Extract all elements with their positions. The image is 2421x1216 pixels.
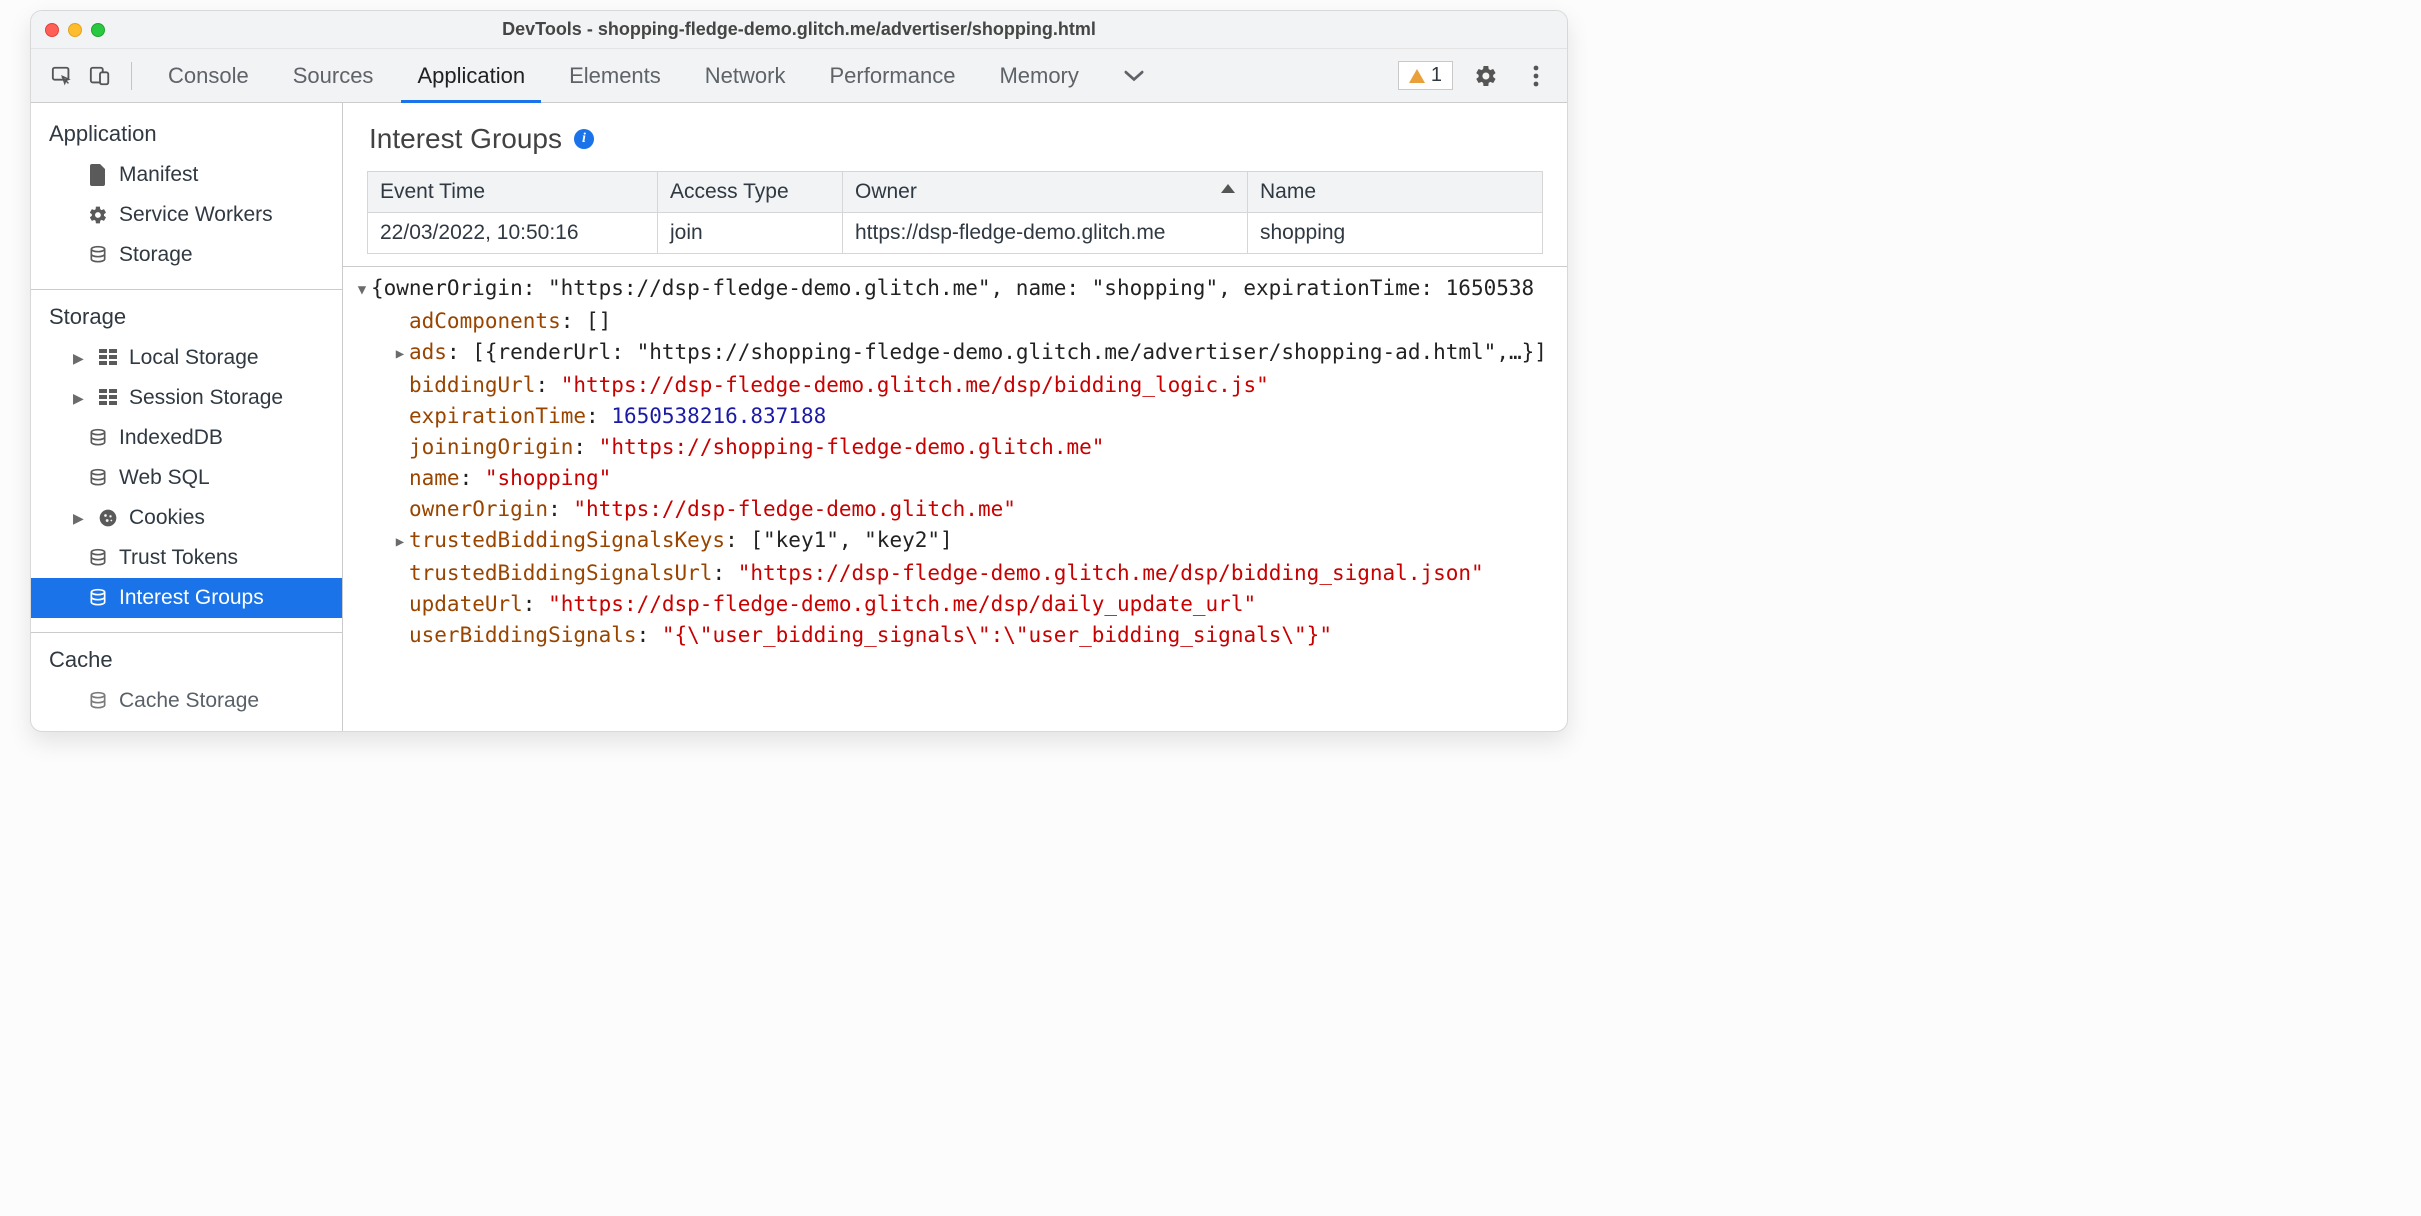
toolbar-separator xyxy=(131,62,132,90)
document-icon xyxy=(87,164,109,186)
zoom-window-button[interactable] xyxy=(91,23,105,37)
json-prop-updateUrl[interactable]: updateUrl: "https://dsp-fledge-demo.glit… xyxy=(343,589,1567,620)
section-title-cache: Cache xyxy=(31,643,342,681)
database-icon xyxy=(87,690,109,712)
devtools-window: DevTools - shopping-fledge-demo.glitch.m… xyxy=(30,10,1568,732)
warnings-count: 1 xyxy=(1431,64,1442,87)
sidebar-item-cache-storage[interactable]: Cache Storage xyxy=(31,681,342,721)
section-title-storage: Storage xyxy=(31,300,342,338)
cookie-icon xyxy=(97,507,119,529)
cell-event-time: 22/03/2022, 10:50:16 xyxy=(368,213,658,254)
th-owner[interactable]: Owner xyxy=(843,172,1248,213)
sidebar-item-label: Trust Tokens xyxy=(119,546,238,570)
collapse-arrow-icon[interactable]: ▼ xyxy=(353,275,371,306)
device-toggle-icon[interactable] xyxy=(83,59,117,93)
tabs-overflow-icon[interactable] xyxy=(1101,49,1167,102)
sidebar-item-trust-tokens[interactable]: Trust Tokens xyxy=(31,538,342,578)
table-row[interactable]: 22/03/2022, 10:50:16 join https://dsp-fl… xyxy=(368,213,1543,254)
minimize-window-button[interactable] xyxy=(68,23,82,37)
info-icon[interactable]: i xyxy=(574,129,594,149)
database-icon xyxy=(87,547,109,569)
cell-name: shopping xyxy=(1248,213,1543,254)
json-prop-joiningOrigin[interactable]: joiningOrigin: "https://shopping-fledge-… xyxy=(343,432,1567,463)
inspect-element-icon[interactable] xyxy=(45,59,79,93)
expand-arrow-icon[interactable]: ▶ xyxy=(391,527,409,558)
sort-arrow-icon xyxy=(1221,184,1235,193)
sidebar-item-service-workers[interactable]: Service Workers xyxy=(31,195,342,235)
devtools-tabs: Console Sources Application Elements Net… xyxy=(146,49,1167,102)
tab-application[interactable]: Application xyxy=(395,49,547,102)
panel-header: Interest Groups i xyxy=(343,103,1567,171)
json-viewer: ▼{ownerOrigin: "https://dsp-fledge-demo.… xyxy=(343,266,1567,651)
section-title-application: Application xyxy=(31,117,342,155)
sidebar-item-label: Session Storage xyxy=(129,386,283,410)
sidebar-item-indexeddb[interactable]: IndexedDB xyxy=(31,418,342,458)
expand-arrow-icon[interactable]: ▶ xyxy=(73,510,87,527)
gear-icon xyxy=(87,204,109,226)
panel-title: Interest Groups xyxy=(369,123,562,155)
sidebar-item-local-storage[interactable]: ▶ Local Storage xyxy=(31,338,342,378)
sidebar-item-label: Cookies xyxy=(129,506,205,530)
sidebar-item-label: Storage xyxy=(119,243,193,267)
json-prop-userBiddingSignals[interactable]: userBiddingSignals: "{\"user_bidding_sig… xyxy=(343,620,1567,651)
json-prop-ownerOrigin[interactable]: ownerOrigin: "https://dsp-fledge-demo.gl… xyxy=(343,494,1567,525)
database-icon xyxy=(87,587,109,609)
json-prop-adComponents[interactable]: adComponents: [] xyxy=(343,306,1567,337)
panel-content: Interest Groups i Event Time Access Type… xyxy=(343,103,1567,731)
grid-icon xyxy=(97,347,119,369)
database-icon xyxy=(87,244,109,266)
window-title: DevTools - shopping-fledge-demo.glitch.m… xyxy=(31,19,1567,40)
sidebar-item-interest-groups[interactable]: Interest Groups xyxy=(31,578,342,618)
sidebar-item-session-storage[interactable]: ▶ Session Storage xyxy=(31,378,342,418)
tab-sources[interactable]: Sources xyxy=(271,49,396,102)
json-prop-expirationTime[interactable]: expirationTime: 1650538216.837188 xyxy=(343,401,1567,432)
sidebar-item-cookies[interactable]: ▶ Cookies xyxy=(31,498,342,538)
sidebar-item-label: Web SQL xyxy=(119,466,210,490)
sidebar-item-label: IndexedDB xyxy=(119,426,223,450)
cell-access-type: join xyxy=(658,213,843,254)
sidebar-item-label: Service Workers xyxy=(119,203,273,227)
tab-console[interactable]: Console xyxy=(146,49,271,102)
table-header-row: Event Time Access Type Owner Name xyxy=(368,172,1543,213)
tab-elements[interactable]: Elements xyxy=(547,49,683,102)
titlebar: DevTools - shopping-fledge-demo.glitch.m… xyxy=(31,11,1567,49)
tab-performance[interactable]: Performance xyxy=(807,49,977,102)
json-prop-name[interactable]: name: "shopping" xyxy=(343,463,1567,494)
sidebar-item-storage[interactable]: Storage xyxy=(31,235,342,275)
close-window-button[interactable] xyxy=(45,23,59,37)
sidebar-item-label: Manifest xyxy=(119,163,198,187)
sidebar-item-web-sql[interactable]: Web SQL xyxy=(31,458,342,498)
json-prop-ads[interactable]: ▶ads: [{renderUrl: "https://shopping-fle… xyxy=(343,337,1567,370)
expand-arrow-icon[interactable]: ▶ xyxy=(73,350,87,367)
th-access-type[interactable]: Access Type xyxy=(658,172,843,213)
expand-arrow-icon[interactable]: ▶ xyxy=(391,339,409,370)
sidebar-item-label: Local Storage xyxy=(129,346,259,370)
kebab-menu-icon[interactable] xyxy=(1519,59,1553,93)
interest-groups-table: Event Time Access Type Owner Name 22/03/… xyxy=(367,171,1543,254)
json-prop-trustedBiddingSignalsUrl[interactable]: trustedBiddingSignalsUrl: "https://dsp-f… xyxy=(343,558,1567,589)
th-event-time[interactable]: Event Time xyxy=(368,172,658,213)
sidebar-item-label: Interest Groups xyxy=(119,586,264,610)
th-name[interactable]: Name xyxy=(1248,172,1543,213)
json-prop-biddingUrl[interactable]: biddingUrl: "https://dsp-fledge-demo.gli… xyxy=(343,370,1567,401)
json-prop-trustedBiddingSignalsKeys[interactable]: ▶trustedBiddingSignalsKeys: ["key1", "ke… xyxy=(343,525,1567,558)
tab-memory[interactable]: Memory xyxy=(977,49,1100,102)
database-icon xyxy=(87,467,109,489)
json-root[interactable]: ▼{ownerOrigin: "https://dsp-fledge-demo.… xyxy=(343,273,1567,306)
sidebar-item-manifest[interactable]: Manifest xyxy=(31,155,342,195)
tab-network[interactable]: Network xyxy=(683,49,808,102)
cell-owner: https://dsp-fledge-demo.glitch.me xyxy=(843,213,1248,254)
grid-icon xyxy=(97,387,119,409)
devtools-toolbar: Console Sources Application Elements Net… xyxy=(31,49,1567,103)
window-traffic-lights xyxy=(45,23,105,37)
expand-arrow-icon[interactable]: ▶ xyxy=(73,390,87,407)
application-sidebar: Application Manifest Service Workers xyxy=(31,103,343,731)
sidebar-item-label: Cache Storage xyxy=(119,689,259,713)
devtools-body: Application Manifest Service Workers xyxy=(31,103,1567,731)
warning-icon xyxy=(1409,69,1425,83)
settings-gear-icon[interactable] xyxy=(1469,59,1503,93)
database-icon xyxy=(87,427,109,449)
warnings-badge[interactable]: 1 xyxy=(1398,61,1453,90)
